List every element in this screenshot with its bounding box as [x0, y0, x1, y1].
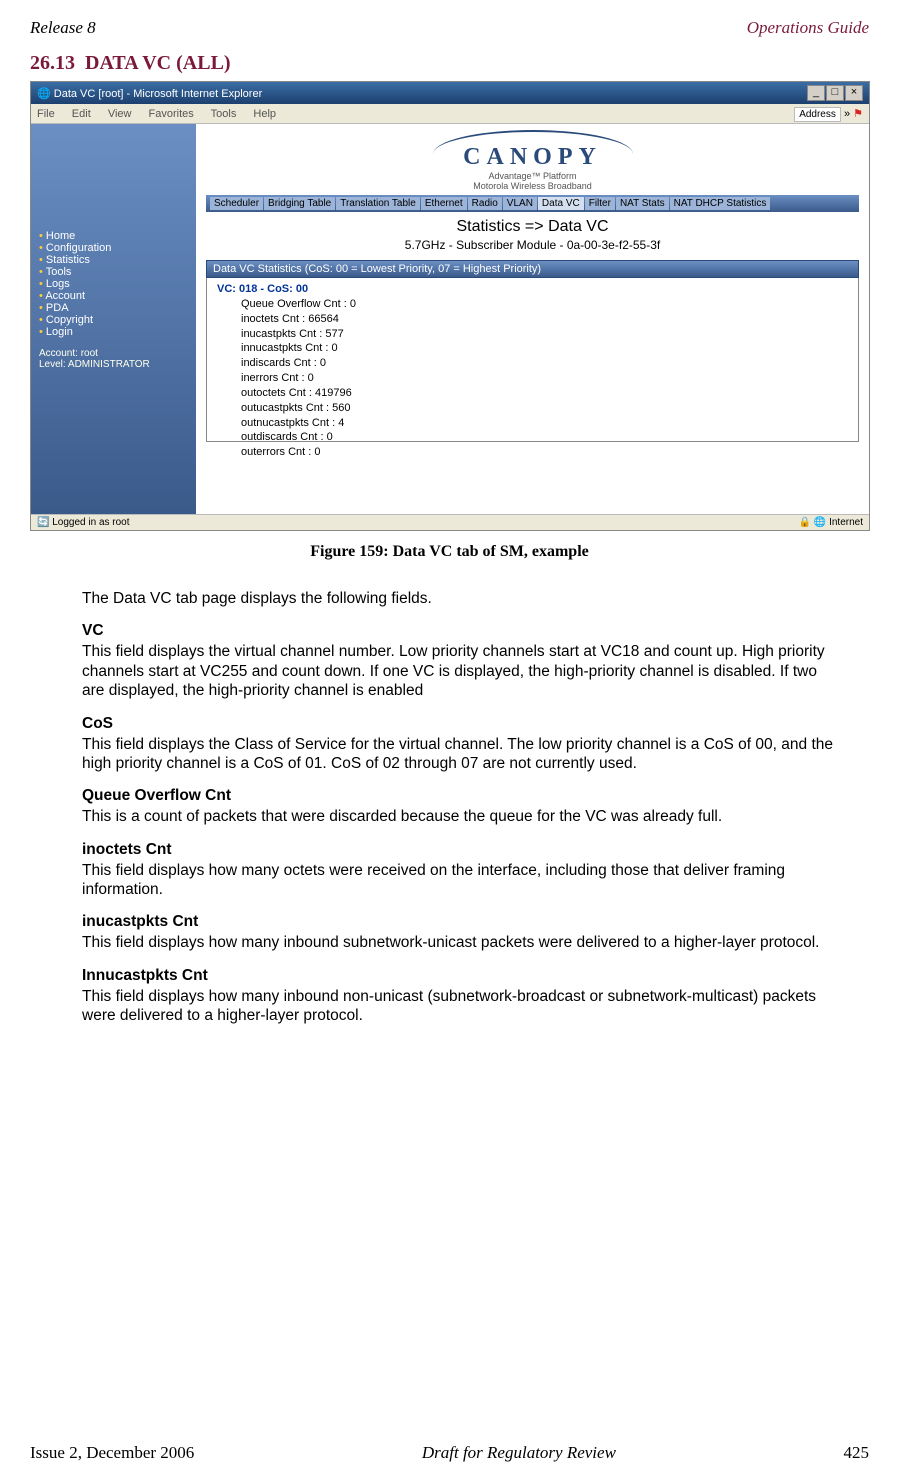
stat-outucastpkts: outucastpkts Cnt : 560: [241, 401, 848, 416]
figure-caption: Figure 159: Data VC tab of SM, example: [30, 543, 869, 561]
minimize-icon[interactable]: _: [807, 85, 825, 101]
logo: CANOPY Advantage™ Platform Motorola Wire…: [206, 130, 859, 191]
field-desc-innucastpkts: This field displays how many inbound non…: [82, 987, 842, 1026]
stat-inoctets: inoctets Cnt : 66564: [241, 312, 848, 327]
window-title: 🌐 Data VC [root] - Microsoft Internet Ex…: [37, 87, 262, 100]
header-release: Release 8: [30, 18, 96, 38]
menu-file[interactable]: File: [37, 108, 55, 120]
tab-data-vc[interactable]: Data VC: [538, 197, 584, 210]
screenshot-figure: 🌐 Data VC [root] - Microsoft Internet Ex…: [30, 81, 870, 531]
sidebar-item-statistics[interactable]: Statistics: [39, 254, 188, 266]
menubar: File Edit View Favorites Tools Help Addr…: [31, 104, 869, 124]
tab-nat-stats[interactable]: NAT Stats: [616, 197, 669, 210]
menu-edit[interactable]: Edit: [72, 108, 91, 120]
stat-innucastpkts: innucastpkts Cnt : 0: [241, 341, 848, 356]
ie-icon: 🌐: [37, 88, 51, 100]
field-desc-inoctets: This field displays how many octets were…: [82, 861, 842, 900]
tab-scheduler[interactable]: Scheduler: [210, 197, 263, 210]
footer: Issue 2, December 2006 Draft for Regulat…: [30, 1443, 869, 1463]
statusbar: 🔄 Logged in as root 🔒 🌐 Internet: [31, 514, 869, 530]
stat-outnucastpkts: outnucastpkts Cnt : 4: [241, 416, 848, 431]
field-heading-inoctets: inoctets Cnt: [82, 841, 869, 859]
sidebar-item-tools[interactable]: Tools: [39, 266, 188, 278]
header-guide: Operations Guide: [747, 18, 869, 38]
sidebar-item-copyright[interactable]: Copyright: [39, 314, 188, 326]
footer-issue: Issue 2, December 2006: [30, 1443, 194, 1463]
status-left: 🔄 Logged in as root: [37, 517, 130, 528]
sidebar-account-user: Account: root: [39, 348, 188, 359]
tab-filter[interactable]: Filter: [585, 197, 615, 210]
windows-flag-icon: ⚑: [853, 108, 863, 120]
menu-help[interactable]: Help: [253, 108, 276, 120]
field-heading-cos: CoS: [82, 715, 869, 733]
sidebar-item-account[interactable]: Account: [39, 290, 188, 302]
menu-items: File Edit View Favorites Tools Help: [37, 108, 290, 120]
menu-view[interactable]: View: [108, 108, 132, 120]
close-icon[interactable]: ×: [845, 85, 863, 101]
section-heading: 26.13 DATA VC (ALL): [30, 52, 869, 75]
stats-box-header: Data VC Statistics (CoS: 00 = Lowest Pri…: [206, 260, 859, 278]
status-right-text: Internet: [829, 517, 863, 528]
sidebar-account-level: Level: ADMINISTRATOR: [39, 359, 188, 370]
stats-box-body: VC: 018 - CoS: 00 Queue Overflow Cnt : 0…: [206, 278, 859, 442]
sidebar-item-pda[interactable]: PDA: [39, 302, 188, 314]
stats-vc-line: VC: 018 - CoS: 00: [217, 282, 848, 297]
menu-tools[interactable]: Tools: [211, 108, 237, 120]
stat-outoctets: outoctets Cnt : 419796: [241, 386, 848, 401]
tabs-row: SchedulerBridging TableTranslation Table…: [206, 195, 859, 212]
field-heading-queue-overflow: Queue Overflow Cnt: [82, 787, 869, 805]
stat-outerrors: outerrors Cnt : 0: [241, 445, 848, 460]
address-area: Address » ⚑: [794, 107, 863, 120]
stat-outdiscards: outdiscards Cnt : 0: [241, 430, 848, 445]
stat-inucastpkts: inucastpkts Cnt : 577: [241, 327, 848, 342]
field-heading-vc: VC: [82, 622, 869, 640]
tab-vlan[interactable]: VLAN: [503, 197, 537, 210]
tab-nat-dhcp-statistics[interactable]: NAT DHCP Statistics: [670, 197, 771, 210]
page-subtitle: Statistics => Data VC: [206, 218, 859, 236]
section-number: 26.13: [30, 52, 75, 74]
window-title-text: Data VC [root] - Microsoft Internet Expl…: [54, 88, 262, 100]
main-panel: CANOPY Advantage™ Platform Motorola Wire…: [196, 124, 869, 514]
address-dropdown-icon[interactable]: »: [844, 108, 853, 120]
tab-radio[interactable]: Radio: [468, 197, 502, 210]
tab-translation-table[interactable]: Translation Table: [336, 197, 420, 210]
section-title: DATA VC (ALL): [85, 52, 231, 74]
field-heading-innucastpkts: Innucastpkts Cnt: [82, 967, 869, 985]
page-device-info: 5.7GHz - Subscriber Module - 0a-00-3e-f2…: [206, 238, 859, 252]
footer-page-number: 425: [844, 1443, 870, 1463]
sidebar-item-home[interactable]: Home: [39, 230, 188, 242]
tab-bridging-table[interactable]: Bridging Table: [264, 197, 335, 210]
sidebar-item-configuration[interactable]: Configuration: [39, 242, 188, 254]
field-desc-queue-overflow: This is a count of packets that were dis…: [82, 807, 842, 826]
address-label: Address: [794, 107, 841, 122]
logo-name: CANOPY: [206, 144, 859, 171]
sidebar-item-login[interactable]: Login: [39, 326, 188, 338]
stat-indiscards: indiscards Cnt : 0: [241, 356, 848, 371]
logo-tagline-bottom: Motorola Wireless Broadband: [206, 181, 859, 191]
status-right: 🔒 🌐 Internet: [799, 517, 863, 528]
logo-tagline-top: Advantage™ Platform: [206, 171, 859, 181]
menu-favorites[interactable]: Favorites: [149, 108, 194, 120]
stat-inerrors: inerrors Cnt : 0: [241, 371, 848, 386]
stat-queue-overflow: Queue Overflow Cnt : 0: [241, 297, 848, 312]
footer-center: Draft for Regulatory Review: [422, 1443, 616, 1463]
field-desc-cos: This field displays the Class of Service…: [82, 735, 842, 774]
window-titlebar: 🌐 Data VC [root] - Microsoft Internet Ex…: [31, 82, 869, 104]
field-desc-vc: This field displays the virtual channel …: [82, 642, 842, 700]
sidebar: Home Configuration Statistics Tools Logs…: [31, 124, 196, 514]
field-heading-inucastpkts: inucastpkts Cnt: [82, 913, 869, 931]
tab-ethernet[interactable]: Ethernet: [421, 197, 467, 210]
window-controls: _□×: [806, 85, 863, 101]
intro-text: The Data VC tab page displays the follow…: [82, 589, 842, 608]
field-desc-inucastpkts: This field displays how many inbound sub…: [82, 933, 842, 952]
status-left-text: Logged in as root: [52, 517, 129, 528]
sidebar-item-logs[interactable]: Logs: [39, 278, 188, 290]
maximize-icon[interactable]: □: [826, 85, 844, 101]
